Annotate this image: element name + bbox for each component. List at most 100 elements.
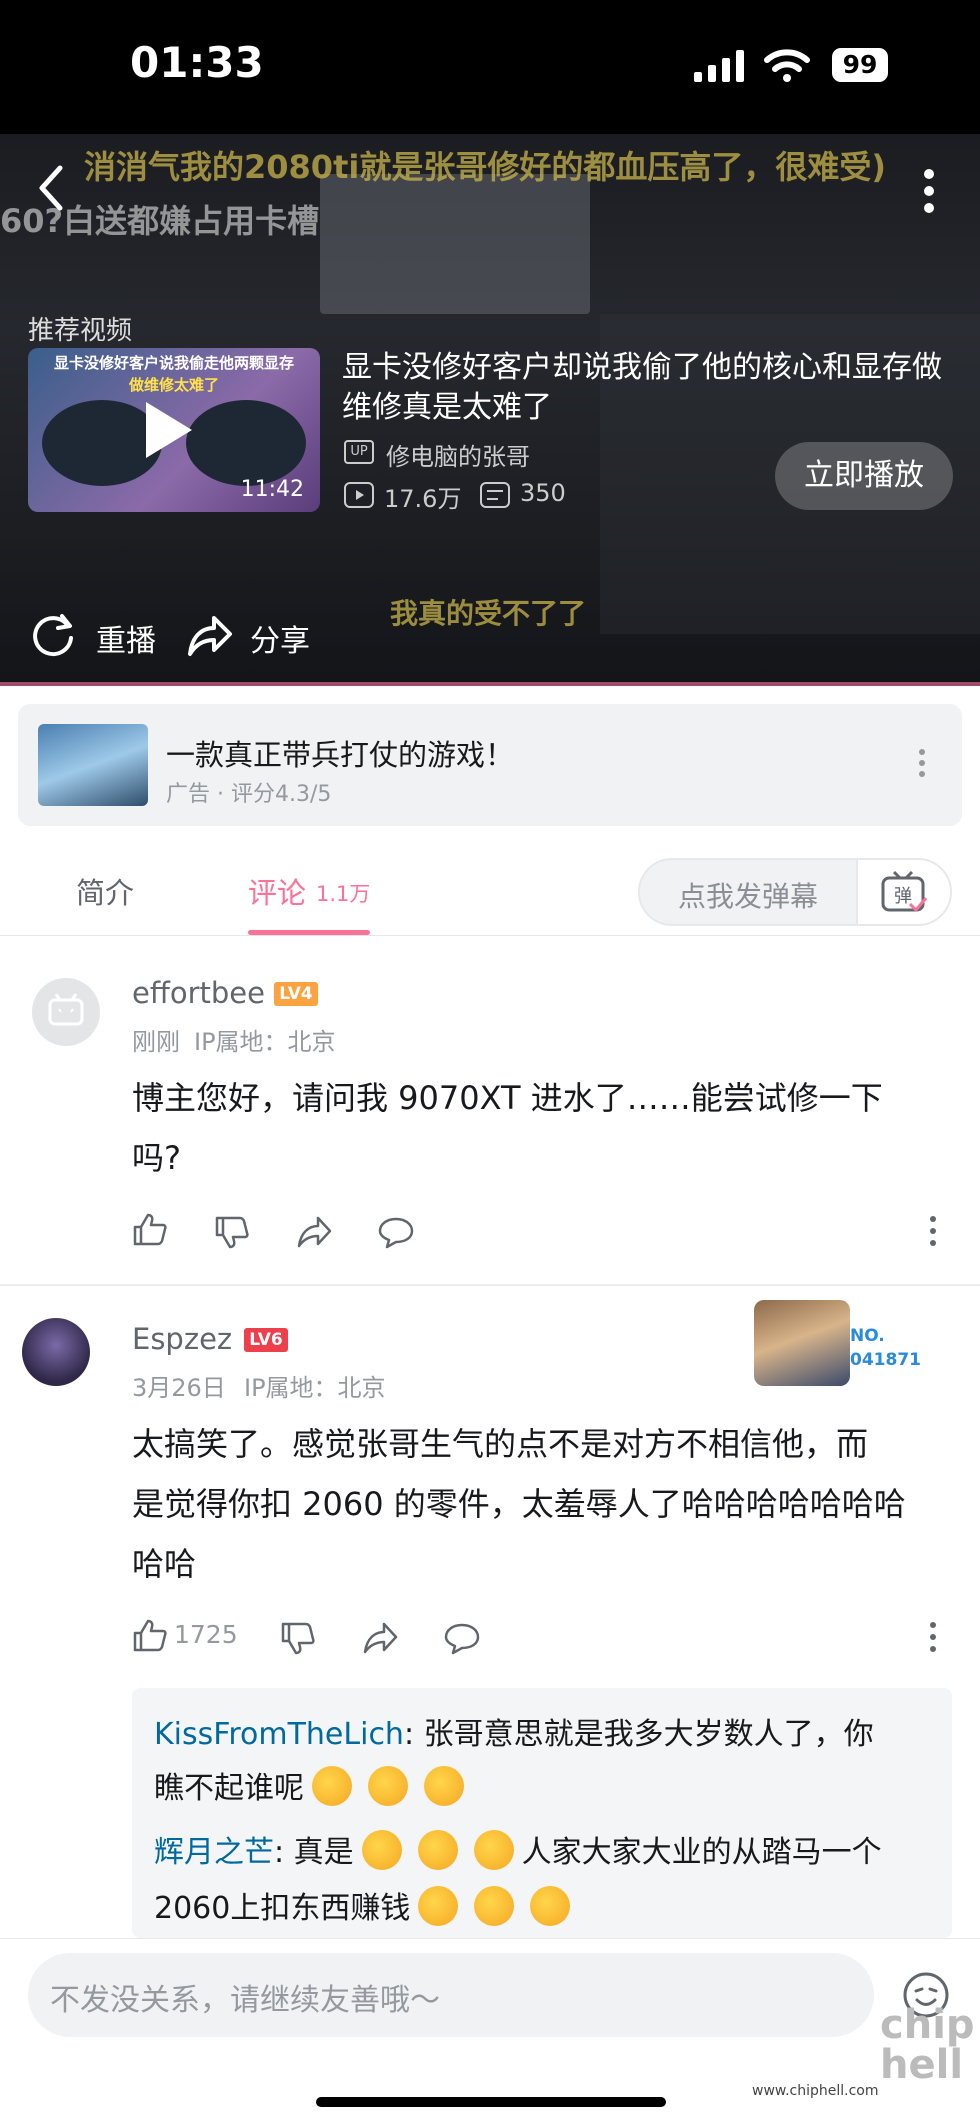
avatar[interactable] <box>32 978 100 1046</box>
danmaku-count: 350 <box>520 479 566 507</box>
back-icon[interactable] <box>36 164 66 212</box>
uploader-name[interactable]: 修电脑的张哥 <box>386 437 530 472</box>
dislike-icon[interactable] <box>280 1620 316 1656</box>
reply-text: 2060上扣东西赚钱 <box>154 1891 411 1926</box>
ad-title[interactable]: 一款真正带兵打仗的游戏！ <box>166 732 514 774</box>
comment-text-line: 吗? <box>132 1139 181 1177</box>
laugh-emoji-icon <box>473 1830 514 1870</box>
content-tabs: 简介 评论 1.1万 点我发弹幕 弹 <box>0 846 980 936</box>
comment-divider <box>0 1284 980 1286</box>
laugh-emoji-icon <box>530 1886 571 1926</box>
signal-icon <box>694 50 744 82</box>
danmaku-input[interactable]: 点我发弹幕 弹 <box>638 858 952 926</box>
laugh-emoji-icon <box>474 1886 515 1926</box>
comment-input-bar: 不发没关系，请继续友善哦～ chip hell www.chiphell.com <box>0 1938 980 2124</box>
comment-input-placeholder: 不发没关系，请继续友善哦～ <box>50 1983 440 2018</box>
more-options-icon[interactable] <box>922 168 936 214</box>
subtitle-bottom: 我真的受不了了 <box>390 597 587 630</box>
subtitle-top: 消消气我的2080ti就是张哥修好的都血压高了，很难受) <box>84 148 886 186</box>
ad-card[interactable]: 一款真正带兵打仗的游戏！ 广告 · 评分4.3/5 <box>18 704 962 826</box>
gpu-fan-left <box>42 400 162 486</box>
tab-comments[interactable]: 评论 <box>248 870 306 912</box>
comment-more-icon[interactable] <box>930 1216 936 1246</box>
ad-meta: 广告 · 评分4.3/5 <box>166 782 332 807</box>
comment-more-icon[interactable] <box>930 1622 936 1652</box>
reply-username[interactable]: 辉月之芒 <box>154 1835 274 1870</box>
battery-indicator: 99 <box>832 48 888 82</box>
reply-colon: : <box>403 1717 424 1752</box>
laugh-emoji-icon <box>424 1766 464 1806</box>
default-avatar-icon <box>48 994 84 1026</box>
reply-text: 人家大家大业的从踏马一个 <box>521 1835 882 1870</box>
ad-more-icon[interactable] <box>918 748 926 778</box>
wifi-icon <box>764 49 810 82</box>
comment-text-line: 太搞笑了。感觉张哥生气的点不是对方不相信他，而 <box>132 1425 869 1463</box>
like-icon[interactable] <box>132 1618 168 1654</box>
active-tab-indicator <box>248 930 370 935</box>
danmaku-toggle[interactable]: 弹 <box>856 860 950 924</box>
fan-badge-image <box>754 1300 850 1386</box>
reply-text: 张哥意思就是我多大岁数人了，你 <box>423 1717 874 1752</box>
watermark-logo: chip hell <box>880 2002 975 2088</box>
reply-text: 瞧不起谁呢 <box>154 1771 304 1806</box>
reply-preview[interactable]: KissFromTheLich: 张哥意思就是我多大岁数人了，你 瞧不起谁呢 辉… <box>132 1688 952 1938</box>
share-icon[interactable] <box>186 612 234 658</box>
avatar[interactable] <box>22 1318 90 1386</box>
reply-username[interactable]: KissFromTheLich <box>154 1717 404 1752</box>
ad-image <box>38 724 148 806</box>
like-count: 1725 <box>174 1620 238 1649</box>
views-icon <box>344 482 374 508</box>
like-icon[interactable] <box>132 1212 168 1248</box>
replay-icon[interactable] <box>28 610 78 660</box>
tab-intro[interactable]: 简介 <box>76 870 134 912</box>
fan-badge-number: 041871 <box>850 1350 921 1370</box>
comment-text-line: 是觉得你扣 2060 的零件，太羞辱人了哈哈哈哈哈哈哈 <box>132 1485 906 1523</box>
reply-item[interactable]: 辉月之芒: 真是 人家大家大业的从踏马一个 <box>154 1824 944 1882</box>
reply-icon[interactable] <box>444 1620 480 1656</box>
danmaku-count-icon <box>480 482 510 508</box>
share-label[interactable]: 分享 <box>250 616 310 660</box>
up-badge: UP <box>344 440 374 464</box>
danmaku-toggle-icon: 弹 <box>881 870 928 913</box>
reply-colon: : <box>274 1835 294 1870</box>
status-time: 01:33 <box>130 38 264 87</box>
recommend-label: 推荐视频 <box>28 316 133 346</box>
dislike-icon[interactable] <box>214 1214 250 1250</box>
comment-ip: IP属地：北京 <box>244 1374 386 1402</box>
comment-time: 3月26日 <box>132 1374 226 1402</box>
comments-count: 1.1万 <box>316 882 371 906</box>
home-indicator[interactable] <box>316 2097 666 2107</box>
laugh-emoji-icon <box>312 1766 352 1806</box>
recommended-title[interactable]: 显卡没修好客户却说我偷了他的核心和显存做维修真是太难了 <box>342 348 962 428</box>
laugh-emoji-icon <box>361 1830 402 1870</box>
replay-label[interactable]: 重播 <box>96 616 156 660</box>
laugh-emoji-icon <box>368 1766 408 1806</box>
video-player[interactable]: 消消气我的2080ti就是张哥修好的都血压高了，很难受) 60?白送都嫌占用卡槽… <box>0 134 980 686</box>
comment-input[interactable]: 不发没关系，请继续友善哦～ <box>28 1953 874 2037</box>
comment-ip: IP属地：北京 <box>194 1028 336 1056</box>
level-badge: LV4 <box>274 982 318 1006</box>
reply-item-continuation: 2060上扣东西赚钱 <box>154 1880 944 1938</box>
reply-item[interactable]: KissFromTheLich: 张哥意思就是我多大岁数人了，你 <box>154 1706 944 1764</box>
share-icon[interactable] <box>296 1214 332 1250</box>
laugh-emoji-icon <box>417 1830 458 1870</box>
reply-item-continuation: 瞧不起谁呢 <box>154 1760 944 1818</box>
reply-icon[interactable] <box>378 1214 414 1250</box>
thumb-line-2: 做维修太难了 <box>128 376 219 394</box>
watermark-site: www.chiphell.com <box>752 2083 879 2099</box>
comment-text-line: 博主您好，请问我 9070XT 进水了……能尝试修一下 <box>132 1079 883 1117</box>
gpu-fan-right <box>186 400 306 486</box>
danmaku-icon-text: 弹 <box>894 886 912 907</box>
comment-username[interactable]: effortbee <box>132 976 265 1010</box>
progress-bar[interactable] <box>0 682 980 686</box>
play-icon[interactable] <box>146 402 192 458</box>
reply-text: 真是 <box>293 1835 354 1870</box>
share-icon[interactable] <box>362 1620 398 1656</box>
video-duration: 11:42 <box>240 477 304 502</box>
thumb-line-1: 显卡没修好客户说我偷走他两颗显存 <box>53 354 294 372</box>
danmaku-placeholder: 点我发弹幕 <box>678 880 819 913</box>
comment-username[interactable]: Espzez <box>132 1322 232 1356</box>
level-badge: LV6 <box>244 1328 288 1352</box>
recommended-thumbnail[interactable]: 显卡没修好客户说我偷走他两颗显存 做维修太难了 11:42 <box>28 348 320 512</box>
play-now-button[interactable]: 立即播放 <box>775 442 953 510</box>
